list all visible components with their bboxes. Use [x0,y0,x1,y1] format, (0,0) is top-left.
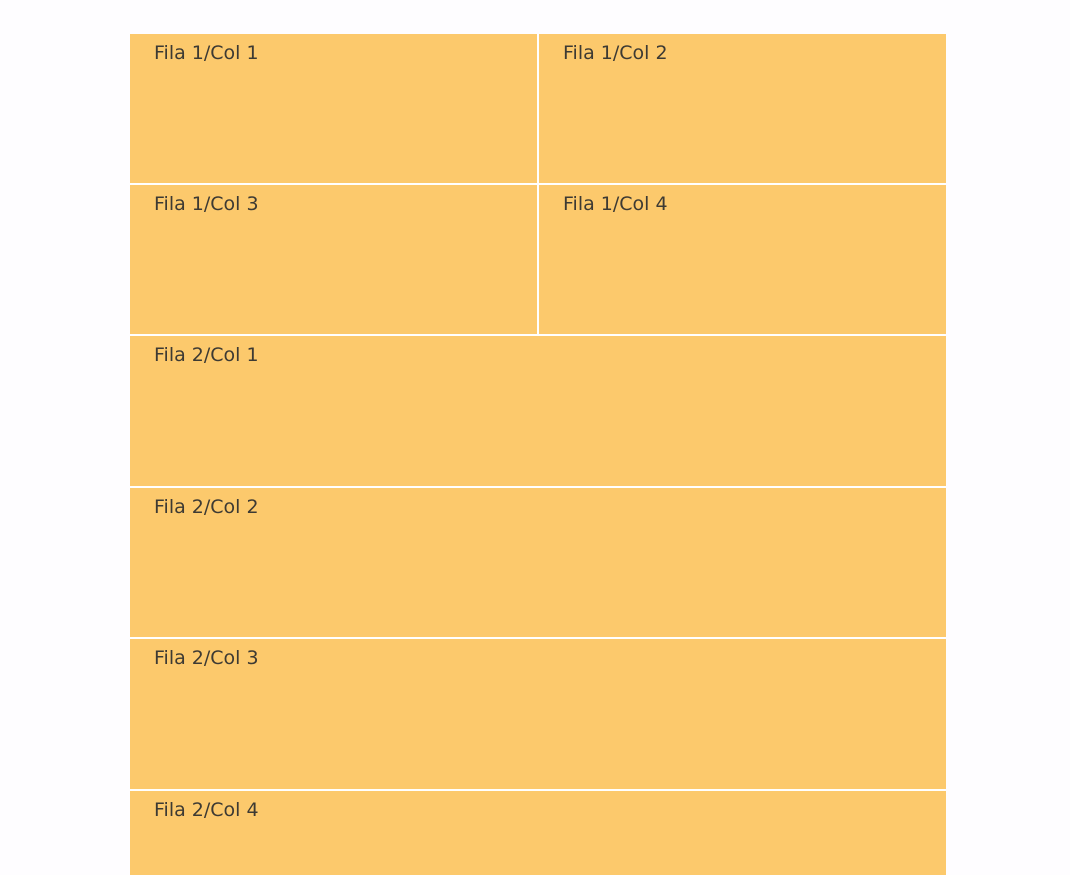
grid-cell: Fila 1/Col 1 [130,34,537,183]
grid-cell: Fila 2/Col 3 [130,639,946,789]
grid-cell: Fila 1/Col 2 [539,34,946,183]
grid-cell: Fila 2/Col 4 [130,791,946,875]
grid-cell: Fila 1/Col 4 [539,185,946,334]
grid-container: Fila 1/Col 1 Fila 1/Col 2 Fila 1/Col 3 F… [130,34,946,875]
grid-cell: Fila 1/Col 3 [130,185,537,334]
grid-cell: Fila 2/Col 1 [130,336,946,486]
grid-cell: Fila 2/Col 2 [130,488,946,637]
